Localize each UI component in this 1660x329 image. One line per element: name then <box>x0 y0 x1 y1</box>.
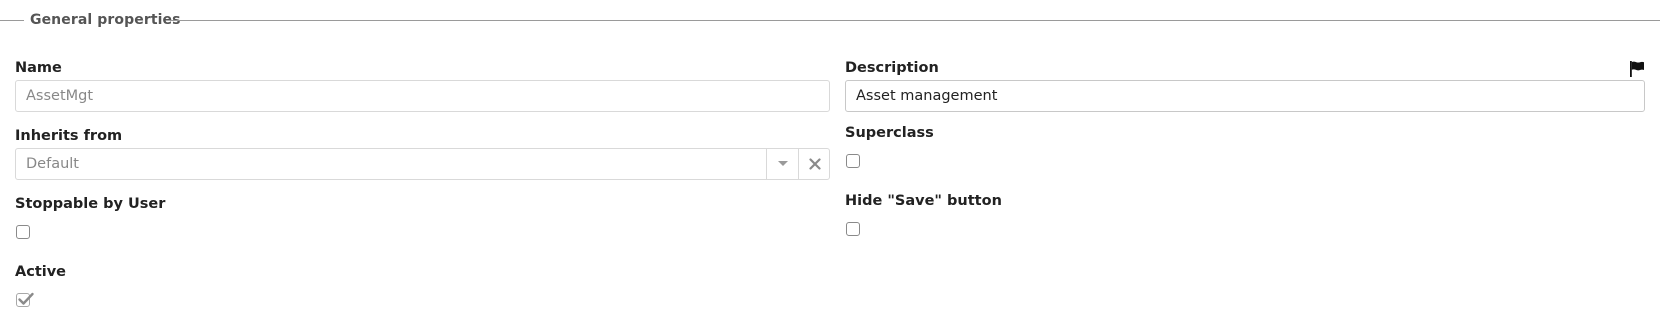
dropdown-button[interactable] <box>766 149 798 179</box>
clear-button[interactable] <box>798 149 830 179</box>
stoppable-by-user-checkbox[interactable] <box>16 225 30 239</box>
active-checkbox[interactable] <box>16 292 34 307</box>
hide-save-button-checkbox[interactable] <box>846 222 860 236</box>
superclass-checkbox[interactable] <box>846 154 860 168</box>
section-title: General properties <box>30 12 181 28</box>
name-label: Name <box>15 60 62 76</box>
flag-icon[interactable] <box>1628 60 1646 78</box>
description-field[interactable]: Asset management <box>845 80 1645 112</box>
active-label: Active <box>15 264 67 280</box>
inherits-from-combo[interactable]: Default <box>15 148 830 180</box>
check-icon <box>18 292 34 305</box>
section-divider <box>0 20 24 21</box>
section-divider <box>170 20 1660 21</box>
close-icon <box>808 158 821 170</box>
inherits-from-label: Inherits from <box>15 128 123 144</box>
name-field[interactable]: AssetMgt <box>15 80 830 112</box>
superclass-label: Superclass <box>845 125 934 141</box>
description-label: Description <box>845 60 939 76</box>
hide-save-button-label: Hide "Save" button <box>845 193 1002 209</box>
stoppable-by-user-label: Stoppable by User <box>15 196 166 212</box>
chevron-down-icon <box>777 161 788 166</box>
inherits-from-value: Default <box>26 156 79 172</box>
